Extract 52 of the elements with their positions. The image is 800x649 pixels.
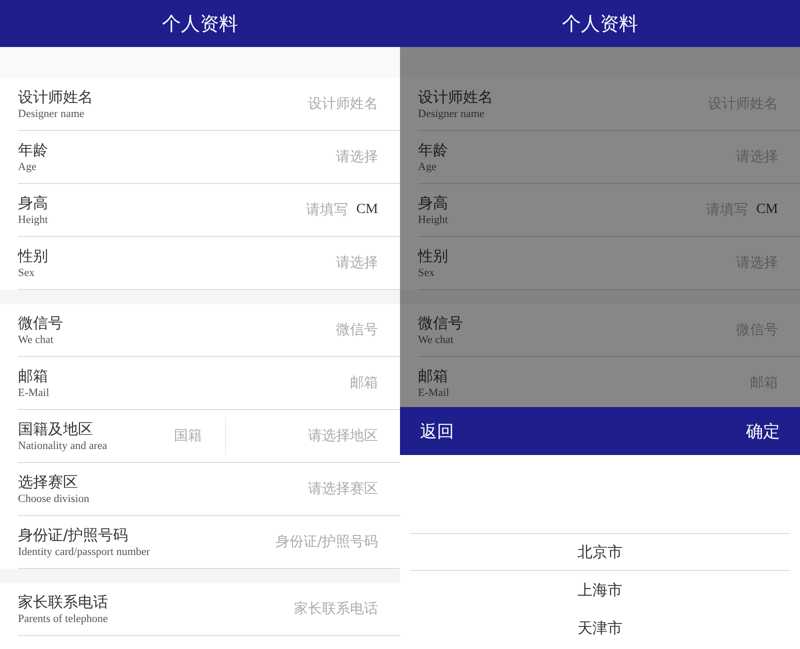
field-sublabel: E-Mail — [418, 386, 450, 400]
select-field[interactable]: 国籍 — [153, 428, 223, 444]
field-sublabel: We chat — [418, 333, 454, 347]
field-sublabel: Identity card/passport number — [18, 545, 151, 559]
field-label: 微信号 — [18, 313, 64, 333]
field-sublabel: Choose division — [18, 492, 90, 506]
screen-title: 个人资料 — [562, 12, 638, 36]
back-button[interactable]: 返回 — [420, 416, 454, 446]
unit-label: CM — [356, 202, 378, 218]
input-field[interactable]: 设计师姓名 — [188, 96, 378, 112]
field-sublabel: Designer name — [418, 107, 486, 121]
field-label: 年龄 — [18, 140, 49, 160]
field-label: 邮箱 — [18, 366, 49, 386]
input-field[interactable]: 身份证/护照号码 — [188, 534, 378, 550]
unit-label: CM — [756, 202, 778, 218]
field-sublabel: Parents of telephone — [18, 612, 109, 626]
field-label: 身高 — [18, 193, 49, 213]
field-label: 选择赛区 — [18, 472, 79, 492]
field-label: 身份证/护照号码 — [18, 525, 130, 545]
field-label: 国籍及地区 — [18, 419, 94, 439]
field-label: 性别 — [418, 246, 449, 266]
input-field[interactable]: 邮箱 — [188, 375, 378, 391]
field-sublabel: Sex — [418, 266, 436, 280]
field-sublabel: Height — [18, 213, 49, 227]
picker-option[interactable]: 北京市 — [410, 533, 790, 571]
screen-title: 个人资料 — [162, 12, 238, 36]
field-sublabel: Height — [418, 213, 449, 227]
field-sublabel: Sex — [18, 266, 36, 280]
field-label: 设计师姓名 — [418, 87, 494, 107]
select-field[interactable]: 请选择 — [188, 149, 378, 165]
field-sublabel: Age — [418, 160, 438, 174]
input-field[interactable]: 家长联系电话 — [188, 601, 378, 617]
field-sublabel: Nationality and area — [18, 439, 108, 453]
field-label: 微信号 — [418, 313, 464, 333]
confirm-button[interactable]: 确定 — [746, 416, 780, 446]
select-field[interactable]: 请选择 — [188, 255, 378, 271]
picker-option[interactable]: 上海市 — [410, 571, 790, 609]
input-field[interactable]: 请填写 — [198, 202, 348, 218]
input-field[interactable]: 微信号 — [188, 322, 378, 338]
field-sublabel: Designer name — [18, 107, 86, 121]
field-label: 邮箱 — [418, 366, 449, 386]
field-label: 身高 — [418, 193, 449, 213]
select-field[interactable]: 请选择地区 — [228, 428, 378, 444]
field-sublabel: We chat — [18, 333, 54, 347]
field-sublabel: Age — [18, 160, 38, 174]
field-label: 家长联系电话 — [18, 592, 109, 612]
picker-option[interactable]: 天津市 — [410, 609, 790, 647]
field-sublabel: E-Mail — [18, 386, 50, 400]
field-label: 性别 — [18, 246, 49, 266]
field-label: 设计师姓名 — [18, 87, 94, 107]
select-field[interactable]: 请选择赛区 — [188, 481, 378, 497]
field-label: 年龄 — [418, 140, 449, 160]
